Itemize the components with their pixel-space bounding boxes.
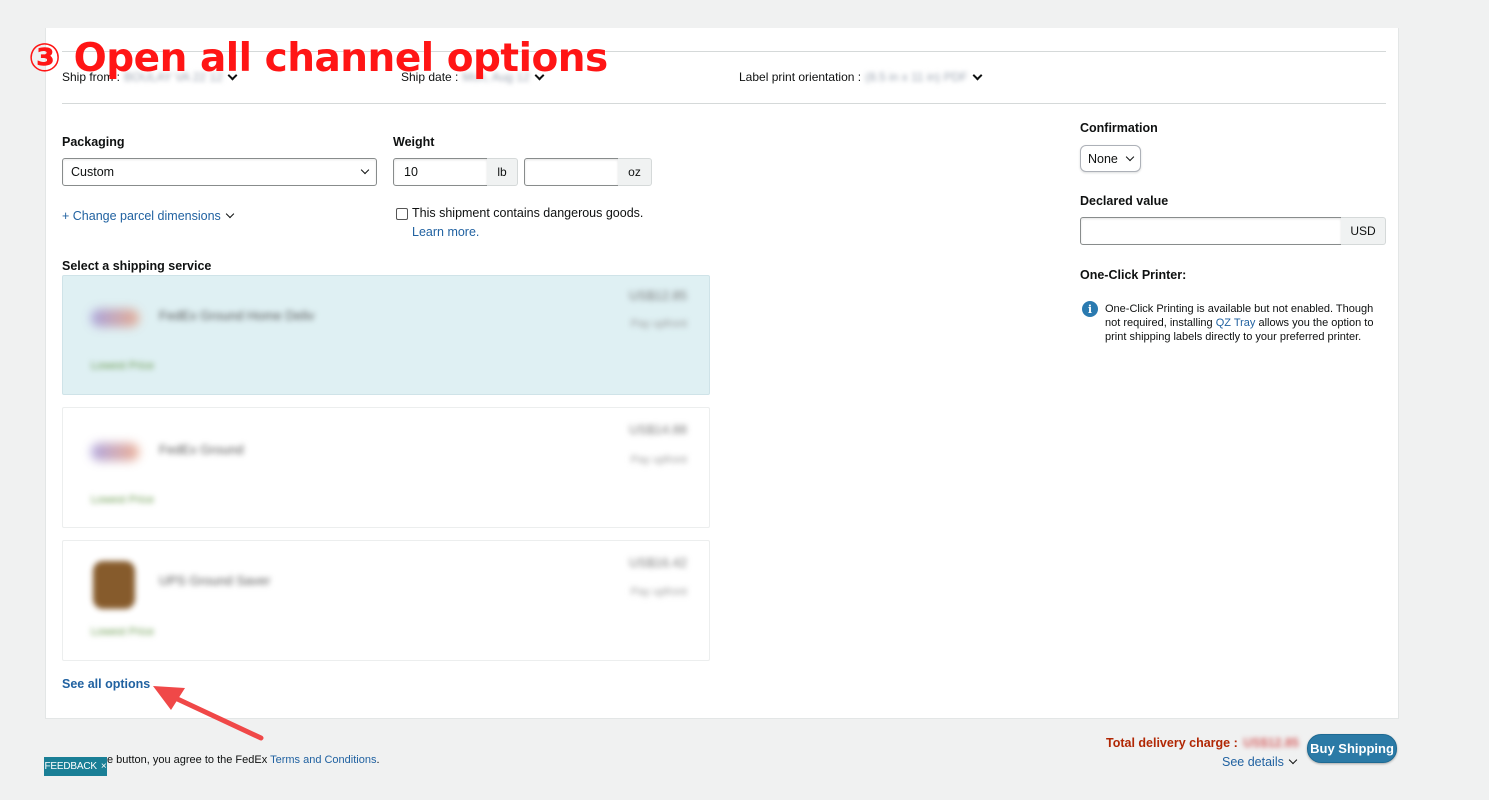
chevron-down-icon xyxy=(225,209,235,219)
orientation-value: (8.5 in x 11 in) PDF xyxy=(865,70,968,84)
service-price: US$14.88 xyxy=(629,422,687,437)
weight-lb-unit: lb xyxy=(487,158,518,186)
confirmation-label: Confirmation xyxy=(1080,121,1158,135)
packaging-select[interactable]: Custom xyxy=(62,158,377,186)
service-price: US$12.85 xyxy=(629,288,687,303)
service-name: FedEx Ground Home Deliv xyxy=(159,308,315,323)
confirmation-select[interactable]: None xyxy=(1080,145,1141,172)
annotation-arrow xyxy=(153,686,264,741)
terms-suffix: . xyxy=(376,754,380,766)
chevron-down-icon xyxy=(1125,152,1135,161)
total-value: US$12.85 xyxy=(1243,736,1299,750)
service-price: US$16.42 xyxy=(629,555,687,570)
see-details-label: See details xyxy=(1222,755,1284,769)
shipping-service-label: Select a shipping service xyxy=(62,259,212,273)
service-subtext: Pay upfront xyxy=(630,454,687,466)
service-subtext: Pay upfront xyxy=(630,318,687,330)
learn-more-link[interactable]: Learn more. xyxy=(412,225,479,239)
service-subtext: Pay upfront xyxy=(630,586,687,598)
carrier-logo xyxy=(93,561,135,609)
dangerous-goods-label: This shipment contains dangerous goods. xyxy=(412,206,644,220)
qz-tray-link[interactable]: QZ Tray xyxy=(1216,317,1256,329)
total-label: Total delivery charge : xyxy=(1106,736,1238,750)
service-name: UPS Ground Saver xyxy=(159,573,271,588)
shipping-option-1[interactable]: FedEx Ground Home Deliv US$12.85 Pay upf… xyxy=(62,275,710,395)
packaging-label: Packaging xyxy=(62,135,125,149)
shipping-option-3[interactable]: UPS Ground Saver US$16.42 Pay upfront Lo… xyxy=(62,540,710,661)
terms-prefix: e button, you agree to the FedEx xyxy=(107,754,271,766)
service-name: FedEx Ground xyxy=(159,442,244,457)
weight-oz-unit: oz xyxy=(618,158,652,186)
carrier-logo xyxy=(91,443,139,461)
weight-lb-input[interactable]: 10 xyxy=(393,158,488,186)
weight-label: Weight xyxy=(393,135,435,149)
currency-unit: USD xyxy=(1341,217,1386,245)
carrier-logo xyxy=(91,309,139,327)
weight-oz-input[interactable] xyxy=(524,158,619,186)
feedback-button[interactable]: FEEDBACK × xyxy=(44,757,107,776)
terms-link[interactable]: Terms and Conditions xyxy=(270,754,376,766)
weight-lb-value: 10 xyxy=(404,165,418,179)
label-orientation-select[interactable]: Label print orientation : (8.5 in x 11 i… xyxy=(739,70,983,84)
one-click-printer-label: One-Click Printer: xyxy=(1080,268,1187,282)
total-delivery-charge: Total delivery charge : US$12.85 xyxy=(1106,736,1299,750)
shipping-card: Ship from : BOULAY VA 22 12 Ship date : … xyxy=(45,28,1399,719)
info-icon: i xyxy=(1082,301,1098,317)
terms-text: e button, you agree to the FedEx Terms a… xyxy=(107,754,380,766)
chevron-down-icon xyxy=(360,165,370,175)
shipping-option-2[interactable]: FedEx Ground US$14.88 Pay upfront Lowest… xyxy=(62,407,710,528)
service-badge: Lowest Price xyxy=(91,626,154,638)
dangerous-goods-checkbox[interactable] xyxy=(396,208,408,220)
service-badge: Lowest Price xyxy=(91,494,154,506)
orientation-label: Label print orientation : xyxy=(739,70,862,84)
packaging-value: Custom xyxy=(71,165,115,179)
chevron-down-icon xyxy=(1288,755,1298,765)
service-badge: Lowest Price xyxy=(91,360,154,372)
buy-shipping-button[interactable]: Buy Shipping xyxy=(1307,734,1397,763)
close-icon[interactable]: × xyxy=(101,761,107,772)
feedback-label: FEEDBACK xyxy=(44,761,98,772)
chevron-down-icon xyxy=(972,70,983,80)
confirmation-value: None xyxy=(1088,151,1118,166)
change-parcel-dimensions-link[interactable]: + Change parcel dimensions xyxy=(62,209,235,223)
declared-value-label: Declared value xyxy=(1080,194,1169,208)
see-all-options-link[interactable]: See all options xyxy=(62,677,150,691)
section-divider xyxy=(62,103,1386,104)
one-click-printer-info: One-Click Printing is available but not … xyxy=(1105,302,1387,344)
annotation-title: ③ Open all channel options xyxy=(28,36,608,81)
change-dimensions-label: + Change parcel dimensions xyxy=(62,209,221,223)
declared-value-input[interactable] xyxy=(1080,217,1342,245)
see-details-link[interactable]: See details xyxy=(1222,755,1298,769)
